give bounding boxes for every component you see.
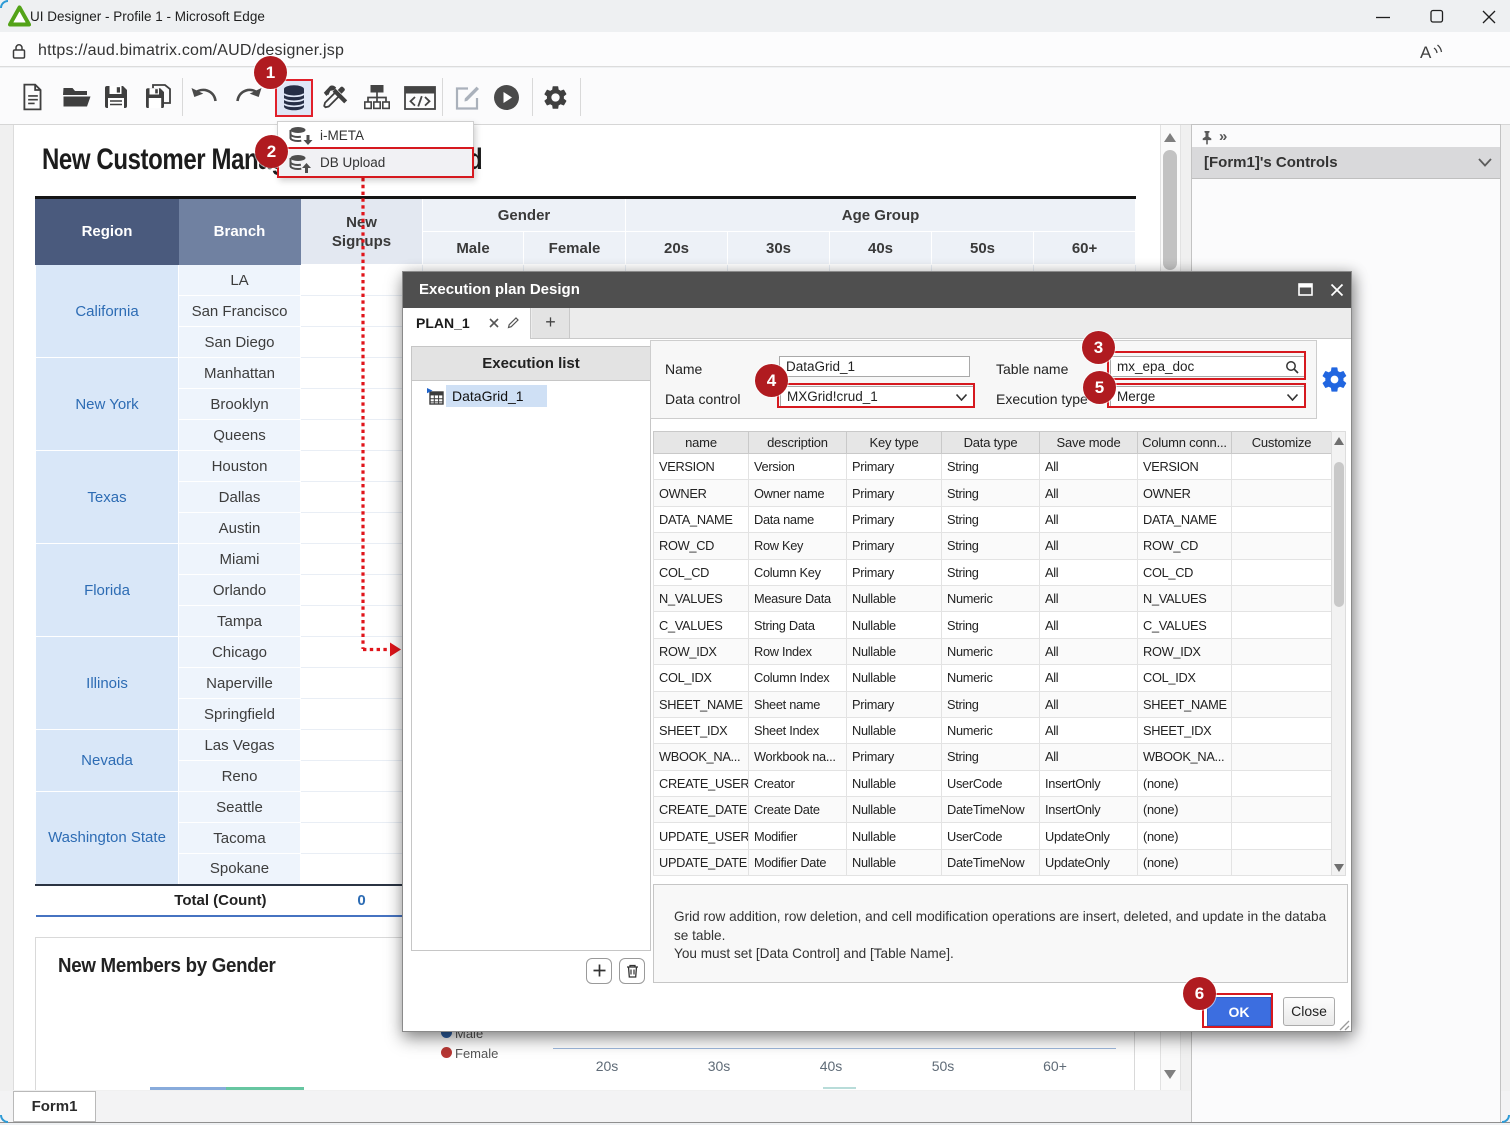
- svg-text:A: A: [1420, 43, 1432, 62]
